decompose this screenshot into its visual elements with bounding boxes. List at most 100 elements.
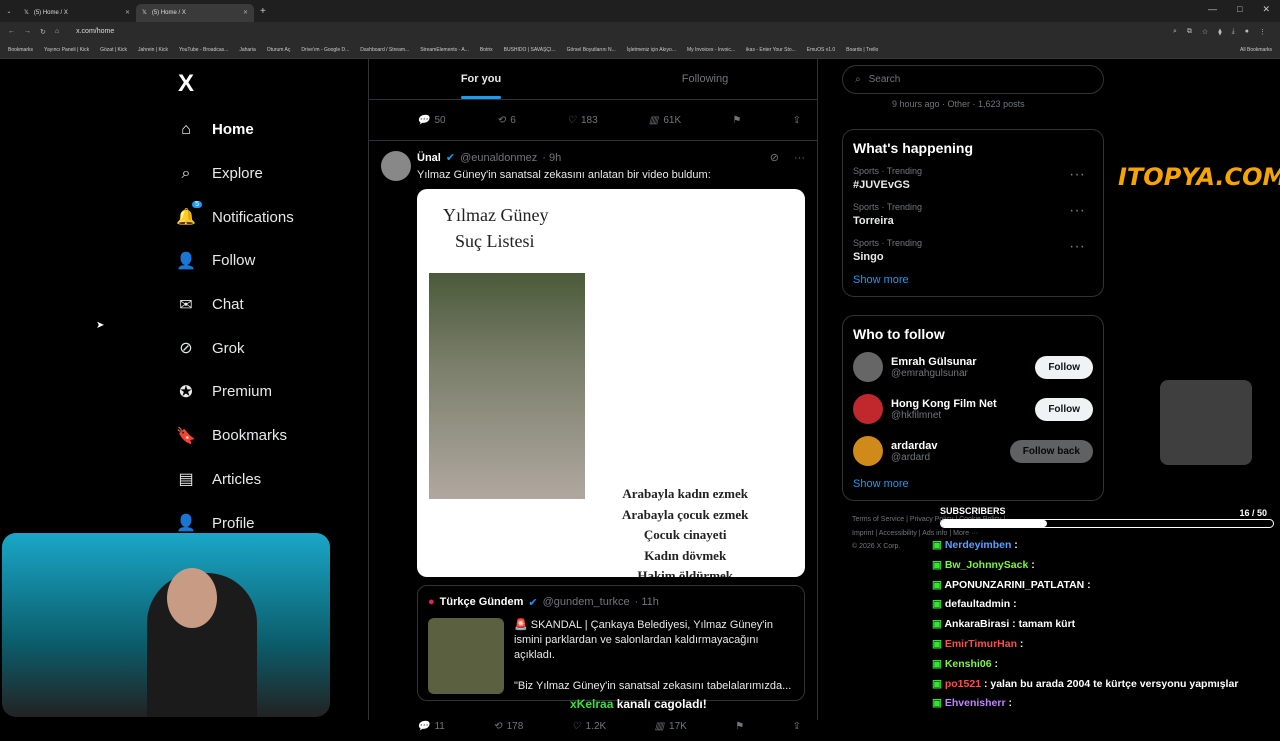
bookmark-item[interactable]: Boards | Trello <box>846 47 878 53</box>
show-more-link[interactable]: Show more <box>853 274 1093 286</box>
bookmark-item[interactable]: Yayıncı Paneli | Kick <box>44 47 89 53</box>
grok-post-icon[interactable]: ⊘ <box>770 151 779 164</box>
suggested-user[interactable]: Emrah Gülsunar @emrahgulsunar Follow <box>853 352 1093 382</box>
repost-icon: ⟲ <box>496 114 506 126</box>
trend-item[interactable]: Sports · Trending Singo ··· <box>853 238 1093 263</box>
more-options-icon[interactable]: ··· <box>794 152 805 164</box>
nav-explore[interactable]: ⌕ Explore <box>176 152 366 196</box>
bookmark-post-button[interactable]: ⚑ <box>735 721 744 732</box>
bookmark-item[interactable]: Jaharia <box>239 47 255 53</box>
extension-icon[interactable]: ⧫ <box>1218 28 1221 36</box>
chat-badge-icon: ▣ <box>932 618 945 631</box>
profile-avatar[interactable]: ● <box>1245 28 1249 36</box>
bookmark-item[interactable]: ikas - Enter Your Sto... <box>746 47 796 53</box>
bookmark-item[interactable]: İşletmeniz için Akıyo... <box>627 47 676 53</box>
nav-chat[interactable]: ✉ Chat <box>176 283 366 327</box>
bookmark-item[interactable]: Dashboard / Stream... <box>360 47 409 53</box>
bookmark-item[interactable]: EmuOS v1.0 <box>807 47 835 53</box>
views-button[interactable]: ▥ 61K <box>649 115 681 126</box>
url-field[interactable]: x.com/home <box>76 28 114 35</box>
more-options-icon[interactable]: ··· <box>1069 202 1085 220</box>
bookmark-post-button[interactable]: ⚑ <box>732 115 741 126</box>
nav-grok[interactable]: ⊘ Grok <box>176 326 366 370</box>
bookmark-item[interactable]: Botrix <box>480 47 493 53</box>
show-more-link[interactable]: Show more <box>853 478 1093 490</box>
maximize-icon[interactable]: □ <box>1237 4 1242 15</box>
nav-follow[interactable]: 👤 Follow <box>176 239 366 283</box>
x-favicon-icon: 𝕏 <box>24 10 29 16</box>
bookmark-item[interactable]: Bookmarks <box>8 47 33 53</box>
reply-button[interactable]: 💬 50 <box>417 115 446 126</box>
view-count: 61K <box>663 114 682 126</box>
bookmark-item[interactable]: My Invoices - Invoic... <box>687 47 735 53</box>
trend-item[interactable]: Sports · Trending #JUVEvGS ··· <box>853 166 1093 191</box>
avatar[interactable] <box>381 151 411 181</box>
trend-item[interactable]: Sports · Trending Torreira ··· <box>853 202 1093 227</box>
browser-tab-active[interactable]: 𝕏 (5) Home / X ✕ <box>136 3 254 22</box>
repost-button[interactable]: ⟲ 6 <box>497 115 516 126</box>
tab-following[interactable]: Following <box>593 59 817 99</box>
zoom-icon[interactable]: ⌕ <box>1173 28 1177 36</box>
verified-icon: ✪ <box>179 383 193 401</box>
author-name[interactable]: Ünal <box>417 152 441 164</box>
x-logo[interactable]: X <box>178 70 366 98</box>
avatar[interactable] <box>853 436 883 466</box>
quoted-post[interactable]: ● Türkçe Gündem ✔ @gundem_turkce · 11h 🚨… <box>417 585 805 701</box>
browser-tab[interactable]: 𝕏 (5) Home / X ✕ <box>18 4 136 22</box>
nav-bookmarks[interactable]: 🔖 Bookmarks <box>176 414 366 458</box>
share-icon[interactable]: ⧉ <box>1187 28 1192 36</box>
avatar[interactable] <box>853 394 883 424</box>
bookmark-item[interactable]: Oturum Aç <box>267 47 291 53</box>
search-input[interactable]: ⌕ Search <box>842 65 1104 94</box>
forward-icon[interactable]: → <box>24 28 31 35</box>
chat-badge-icon: ▣ <box>932 637 945 650</box>
suggested-user[interactable]: ardardav @ardard Follow back <box>853 436 1093 466</box>
back-icon[interactable]: ← <box>8 28 15 35</box>
author-handle[interactable]: @eunaldonmez <box>460 152 537 164</box>
bookmark-item[interactable]: YouTube - Broadcas... <box>179 47 228 53</box>
bookmark-item[interactable]: Jahrein | Kick <box>138 47 168 53</box>
bookmark-item[interactable]: BUSHIDO | SAVAŞÇI... <box>504 47 556 53</box>
more-options-icon[interactable]: ··· <box>1069 166 1085 184</box>
follow-back-button[interactable]: Follow back <box>1009 439 1093 463</box>
follow-button[interactable]: Follow <box>1035 355 1093 379</box>
nav-label: Chat <box>212 296 244 314</box>
follow-button[interactable]: Follow <box>1035 397 1093 421</box>
nav-home[interactable]: ⌂ Home <box>176 108 366 152</box>
close-tab-icon[interactable]: ✕ <box>125 9 130 16</box>
suggested-user[interactable]: Hong Kong Film Net @hkfilmnet Follow <box>853 394 1093 424</box>
reload-icon[interactable]: ↻ <box>40 28 46 36</box>
close-tab-icon[interactable]: ✕ <box>243 9 248 16</box>
avatar[interactable] <box>853 352 883 382</box>
repost-button[interactable]: ⟲ 178 <box>493 721 523 732</box>
nav-articles[interactable]: ▤ Articles <box>176 458 366 502</box>
minimize-icon[interactable]: — <box>1208 4 1217 15</box>
bookmark-item[interactable]: Gözat | Kick <box>100 47 127 53</box>
bookmarks-bar: Bookmarks Yayıncı Paneli | Kick Gözat | … <box>0 41 1280 59</box>
all-bookmarks[interactable]: All Bookmarks <box>1240 47 1280 53</box>
post-image[interactable]: Yılmaz Güney Suç Listesi Arabayla kadın … <box>417 189 805 577</box>
nav-premium[interactable]: ✪ Premium <box>176 370 366 414</box>
bookmark-item[interactable]: Drive'ım - Google D... <box>301 47 349 53</box>
like-button[interactable]: ♡ 1.2K <box>572 721 607 732</box>
like-button[interactable]: ♡ 183 <box>567 115 598 126</box>
download-icon[interactable]: ⤓ <box>1232 28 1235 36</box>
tab-for-you[interactable]: For you <box>369 59 593 99</box>
nav-notifications[interactable]: 🔔 5 Notifications <box>176 195 366 239</box>
close-window-icon[interactable]: ✕ <box>1262 4 1270 15</box>
views-button[interactable]: ▥ 17K <box>655 721 687 732</box>
home-browser-icon[interactable]: ⌂ <box>55 28 59 35</box>
bookmark-item[interactable]: StreamElements - A... <box>420 47 469 53</box>
menu-icon[interactable]: ⋮ <box>1259 28 1266 36</box>
bookmark-item[interactable]: Görsel Boyutlarını N... <box>567 47 616 53</box>
new-tab-icon[interactable]: + <box>260 6 266 17</box>
live-space-meta[interactable]: 9 hours ago · Other · 1,623 posts <box>842 99 1104 109</box>
tab-search-icon[interactable]: ⌄ <box>0 8 18 15</box>
post-time[interactable]: · 9h <box>542 152 561 164</box>
star-icon[interactable]: ☆ <box>1202 28 1208 36</box>
more-options-icon[interactable]: ··· <box>1069 238 1085 256</box>
share-post-button[interactable]: ⇪ <box>793 115 801 126</box>
post[interactable]: Ünal ✔ @eunaldonmez · 9h ⊘ ··· Yılmaz Gü… <box>369 140 817 711</box>
share-post-button[interactable]: ⇪ <box>793 721 801 732</box>
reply-button[interactable]: 💬 11 <box>417 721 445 732</box>
